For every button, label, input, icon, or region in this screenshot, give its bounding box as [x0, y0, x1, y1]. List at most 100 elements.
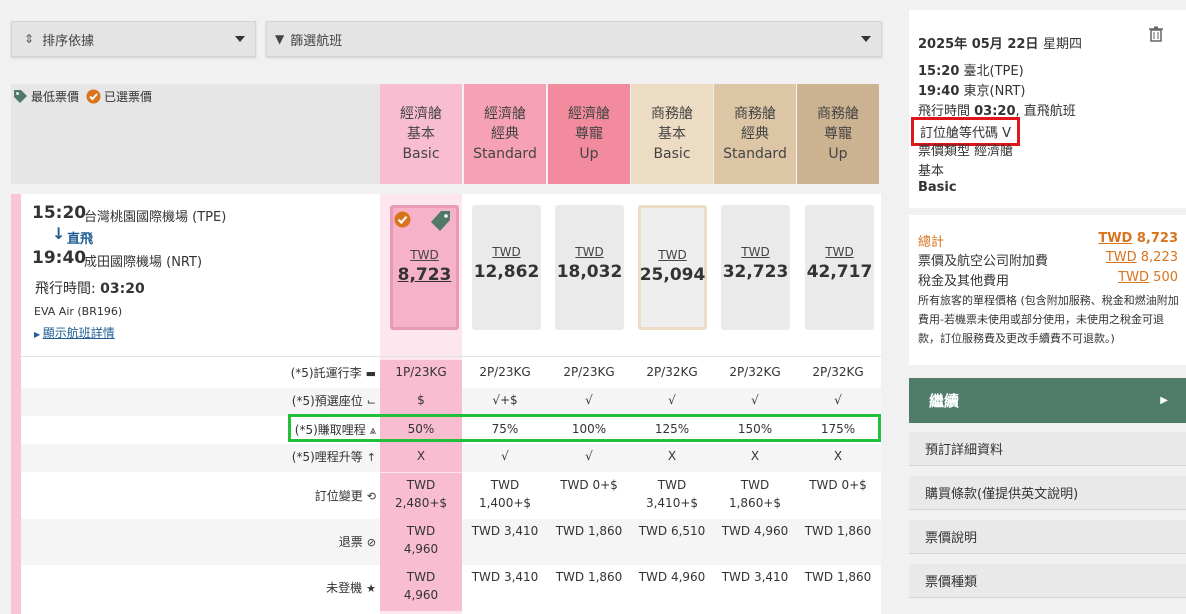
- fare-option-button[interactable]: TWD 18,032: [555, 205, 624, 330]
- luggage-icon: ▬: [365, 367, 376, 380]
- sort-label: 排序依據: [42, 33, 95, 49]
- feature-cell: TWD 6,510: [638, 524, 706, 538]
- feature-cell: TWD 1,860+$: [728, 478, 782, 510]
- feature-cell: TWD 1,860: [804, 570, 872, 584]
- feature-cell: TWD 1,400+$: [478, 478, 532, 510]
- feature-cell: X: [833, 449, 843, 463]
- fare-column-header: 經濟艙 基本 Basic: [380, 84, 462, 184]
- summary-menu-item[interactable]: 購買條款(僅提供英文說明): [909, 476, 1186, 510]
- fare-column-header: 經濟艙 尊寵 Up: [548, 84, 630, 184]
- fare-column-header: 商務艙 經典 Standard: [714, 84, 796, 184]
- fare-column-header: 商務艙尊寵 Up: [797, 84, 879, 184]
- sort-dropdown[interactable]: ⇕ 排序依據: [11, 21, 256, 57]
- flight-details-link[interactable]: ▶ 顯示航班詳情: [34, 324, 115, 341]
- caret-right-icon: ▶: [34, 330, 43, 339]
- feature-cell: 2P/23KG: [479, 365, 531, 379]
- feature-cell: 1P/23KG: [380, 360, 462, 388]
- column-header-line: 商務艙: [817, 106, 859, 122]
- dep-time: 15:20: [32, 203, 87, 223]
- tax-label: 稅金及其他費用: [918, 274, 1010, 289]
- fare-amount: 8,723: [397, 265, 452, 285]
- summary-departure: 15:20 臺北(TPE): [918, 64, 1024, 79]
- total-label: 總計: [918, 235, 945, 250]
- chevron-down-icon: [861, 36, 871, 42]
- fare-amount: 18,032: [556, 262, 623, 282]
- price-note: 所有旅客的單程價格 (包含附加服務、稅金和燃油附加費用-若機票未使用或部分使用，…: [918, 294, 1179, 345]
- feature-row-label: (*5)哩程升等 ↑: [291, 450, 376, 464]
- feature-cell: X: [667, 449, 677, 463]
- trash-icon[interactable]: [1149, 26, 1163, 42]
- column-header-line: 經典: [741, 126, 769, 142]
- feature-cell: √: [751, 393, 759, 407]
- feature-cell: √: [585, 449, 593, 463]
- summary-menu-item[interactable]: 票價說明: [909, 520, 1186, 554]
- feature-cell: TWD 3,410+$: [645, 478, 699, 510]
- fare-amount: 25,094: [639, 265, 706, 285]
- fare-column-header: 經濟艙 經典 Standard: [464, 84, 546, 184]
- sort-arrows-icon: ⇕: [24, 32, 35, 46]
- summary-menu-item[interactable]: 預訂詳細資料: [909, 432, 1186, 466]
- feature-cell: TWD 3,410: [721, 570, 789, 584]
- feature-cell: √+$: [492, 393, 518, 407]
- column-header-line: Up: [828, 146, 848, 162]
- selected-row-indicator: [11, 194, 21, 614]
- chevron-down-icon: [235, 36, 245, 42]
- carrier-label: EVA Air (BR196): [34, 305, 123, 318]
- feature-cell: TWD 2,480+$: [380, 473, 462, 519]
- column-header-line: 商務艙: [651, 106, 693, 122]
- fare-surcharge-label: 票價及航空公司附加費: [918, 254, 1049, 269]
- feature-cell: √: [501, 449, 509, 463]
- flight-duration: 飛行時間: 03:20: [35, 281, 145, 297]
- caret-right-icon: ▶: [1160, 395, 1168, 406]
- column-header-line: Standard: [723, 146, 787, 162]
- feature-cell: $: [380, 388, 462, 416]
- summary-menu-item[interactable]: 票價種類: [909, 564, 1186, 598]
- feature-cell: TWD 0+$: [560, 478, 618, 492]
- feature-cell: TWD 0+$: [809, 478, 867, 492]
- feature-cell: √: [585, 393, 593, 407]
- column-header-line: 經濟艙: [484, 106, 526, 122]
- summary-fare-type: 票價類型 經濟艙: [918, 144, 1014, 159]
- legend-lowest: 最低票價: [13, 88, 79, 105]
- fare-amount: 42,717: [806, 262, 873, 282]
- fare-currency: TWD: [492, 245, 521, 259]
- column-header-line: Up: [579, 146, 599, 162]
- column-header-line: Basic: [653, 146, 691, 162]
- feature-cell: X: [750, 449, 760, 463]
- filter-dropdown[interactable]: ▼ 篩選航班: [266, 21, 882, 57]
- dep-airport: 台灣桃園國際機場 (TPE): [84, 210, 227, 225]
- arr-airport: 成田國際機場 (NRT): [84, 255, 203, 270]
- column-header-line: 基本: [407, 126, 435, 142]
- feature-cell: TWD 4,960: [380, 519, 462, 565]
- fare-currency: TWD: [575, 245, 604, 259]
- column-header-line: 經典: [491, 126, 519, 142]
- tax-amount: TWD 500: [1118, 270, 1178, 285]
- feature-cell: 2P/32KG: [646, 365, 698, 379]
- fare-option-button[interactable]: TWD 12,862: [472, 205, 541, 330]
- summary-arrival: 19:40 東京(NRT): [918, 84, 1026, 99]
- refresh-icon: ⟲: [366, 490, 376, 503]
- fare-surcharge-amount: TWD 8,223: [1105, 250, 1178, 265]
- fare-currency: TWD: [658, 248, 687, 262]
- fare-amount: 32,723: [722, 262, 789, 282]
- filter-label: 篩選航班: [290, 33, 343, 49]
- feature-cell: 2P/23KG: [563, 365, 615, 379]
- column-header-line: Basic: [402, 146, 440, 162]
- fare-option-button[interactable]: TWD 32,723: [721, 205, 790, 330]
- column-header-line: 尊寵: [824, 126, 852, 142]
- check-circle-icon: [86, 89, 101, 104]
- feature-cell: √: [834, 393, 842, 407]
- feature-cell: TWD 1,860: [555, 524, 623, 538]
- continue-button[interactable]: 繼續 ▶: [909, 378, 1186, 423]
- price-tag-icon: [14, 90, 27, 103]
- summary-date: 2025年 05月 22日 星期四: [918, 37, 1082, 52]
- feature-row-label: 訂位變更 ⟲: [314, 489, 376, 503]
- fare-currency: TWD: [410, 248, 439, 262]
- fare-option-button[interactable]: TWD 25,094: [638, 205, 707, 330]
- direct-flight-label: 直飛: [67, 232, 94, 247]
- feature-cell: TWD 4,960: [380, 565, 462, 611]
- fare-currency: TWD: [741, 245, 770, 259]
- fare-column-header: 商務艙 基本 Basic: [631, 84, 713, 184]
- fare-option-button[interactable]: TWD 42,717: [805, 205, 874, 330]
- seat-icon: ⌙: [366, 395, 376, 408]
